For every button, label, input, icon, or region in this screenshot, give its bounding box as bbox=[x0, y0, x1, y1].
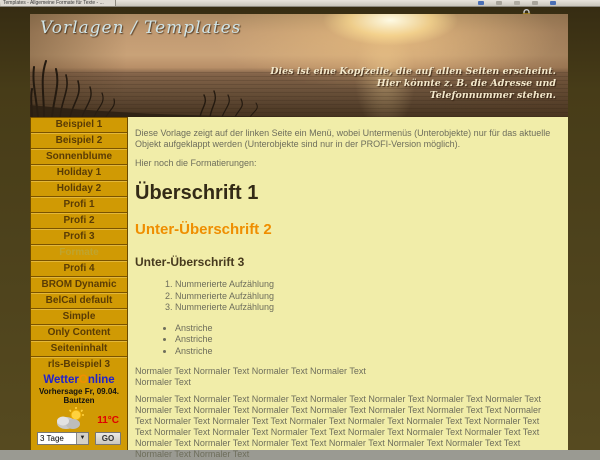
browser-tab[interactable]: Templates - Allgemeine Formate für Texte… bbox=[1, 0, 116, 6]
sidebar-menu-item[interactable]: Holiday 1 bbox=[31, 165, 127, 181]
header-tagline-line: Telefonnummer stehen. bbox=[270, 90, 556, 102]
browser-toolbar-icon[interactable] bbox=[478, 1, 484, 5]
bullet-list: AnstricheAnstricheAnstriche bbox=[135, 323, 558, 358]
weather-widget: WetterOnline Vorhersage Fr, 09.04. Bautz… bbox=[30, 368, 128, 450]
site-title: Vorlagen / Templates bbox=[40, 18, 241, 38]
sidebar-menu-item[interactable]: Holiday 2 bbox=[31, 181, 127, 197]
forecast-row: 11°C bbox=[31, 407, 127, 433]
temperature-value: 11°C bbox=[97, 415, 119, 426]
normal-text-paragraph-1: Normaler Text Normaler Text Normaler Tex… bbox=[135, 366, 558, 388]
header-tagline-line: Dies ist eine Kopfzeile, die auf allen S… bbox=[270, 66, 556, 78]
browser-toolbar-icon[interactable] bbox=[550, 1, 556, 5]
normal-text-paragraph-2: Normaler Text Normaler Text Normaler Tex… bbox=[135, 394, 558, 460]
forecast-date-label: Vorhersage Fr, 09.04. bbox=[31, 387, 127, 396]
header-tagline: Dies ist eine Kopfzeile, die auf allen S… bbox=[270, 66, 556, 102]
heading-3: Unter-Überschrift 3 bbox=[135, 255, 558, 269]
heading-1: Überschrift 1 bbox=[135, 182, 558, 205]
forecast-city-label: Bautzen bbox=[31, 396, 127, 405]
sidebar-menu-item[interactable]: Beispiel 1 bbox=[31, 117, 127, 133]
sidebar-menu-item[interactable]: Seiteninhalt bbox=[31, 341, 127, 357]
browser-tab-bar: Templates - Allgemeine Formate für Texte… bbox=[0, 0, 600, 7]
sidebar-menu-item[interactable]: BelCal default bbox=[31, 293, 127, 309]
sidebar-menu-item[interactable]: Only Content bbox=[31, 325, 127, 341]
forecast-controls: 3 Tage ▼ GO bbox=[37, 432, 123, 445]
numbered-list-item: Nummerierte Aufzählung bbox=[175, 279, 558, 291]
sidebar-menu-item[interactable]: BROM Dynamic bbox=[31, 277, 127, 293]
sidebar-menu-item[interactable]: Profi 1 bbox=[31, 197, 127, 213]
numbered-list: Nummerierte AufzählungNummerierte Aufzäh… bbox=[135, 279, 558, 314]
bullet-list-item: Anstriche bbox=[175, 346, 558, 358]
sidebar-menu-item[interactable]: Simple bbox=[31, 309, 127, 325]
heading-2: Unter-Überschrift 2 bbox=[135, 221, 558, 238]
bullet-list-item: Anstriche bbox=[175, 334, 558, 346]
logo-o: O bbox=[79, 374, 88, 386]
logo-wetter: Wetter bbox=[43, 374, 79, 386]
sidebar-menu-item[interactable]: Formate bbox=[31, 245, 127, 261]
bullet-list-item: Anstriche bbox=[175, 323, 558, 335]
go-button[interactable]: GO bbox=[95, 432, 121, 445]
sidebar-menu-item[interactable]: Profi 3 bbox=[31, 229, 127, 245]
browser-toolbar-icon[interactable] bbox=[532, 1, 538, 5]
sidebar-menu-item[interactable]: Beispiel 2 bbox=[31, 133, 127, 149]
select-dropdown-arrow-icon[interactable]: ▼ bbox=[76, 433, 88, 444]
sidebar-menu-item[interactable]: Profi 2 bbox=[31, 213, 127, 229]
wetteronline-logo[interactable]: WetterOnline bbox=[31, 374, 127, 386]
sun-cloud-icon bbox=[53, 407, 87, 431]
forecast-range-value: 3 Tage bbox=[40, 434, 64, 443]
numbered-list-item: Nummerierte Aufzählung bbox=[175, 302, 558, 314]
formats-intro-line: Hier noch die Formatierungen: bbox=[135, 158, 558, 169]
numbered-list-item: Nummerierte Aufzählung bbox=[175, 291, 558, 303]
sidebar-menu-item[interactable]: Profi 4 bbox=[31, 261, 127, 277]
forecast-range-select[interactable]: 3 Tage ▼ bbox=[37, 432, 89, 445]
header-tagline-line: Hier könnte z. B. die Adresse und bbox=[270, 78, 556, 90]
browser-toolbar-icon[interactable] bbox=[496, 1, 502, 5]
main-content: Diese Vorlage zeigt auf der linken Seite… bbox=[128, 117, 568, 450]
browser-toolbar-icon[interactable] bbox=[514, 1, 520, 5]
logo-nline: nline bbox=[88, 374, 115, 386]
header-banner-image: Vorlagen / Templates Dies ist eine Kopfz… bbox=[30, 14, 568, 117]
page: Templates - Allgemeine Formate für Texte… bbox=[0, 0, 600, 450]
sidebar-menu-item[interactable]: Sonnenblume bbox=[31, 149, 127, 165]
intro-paragraph: Diese Vorlage zeigt auf der linken Seite… bbox=[135, 128, 558, 150]
